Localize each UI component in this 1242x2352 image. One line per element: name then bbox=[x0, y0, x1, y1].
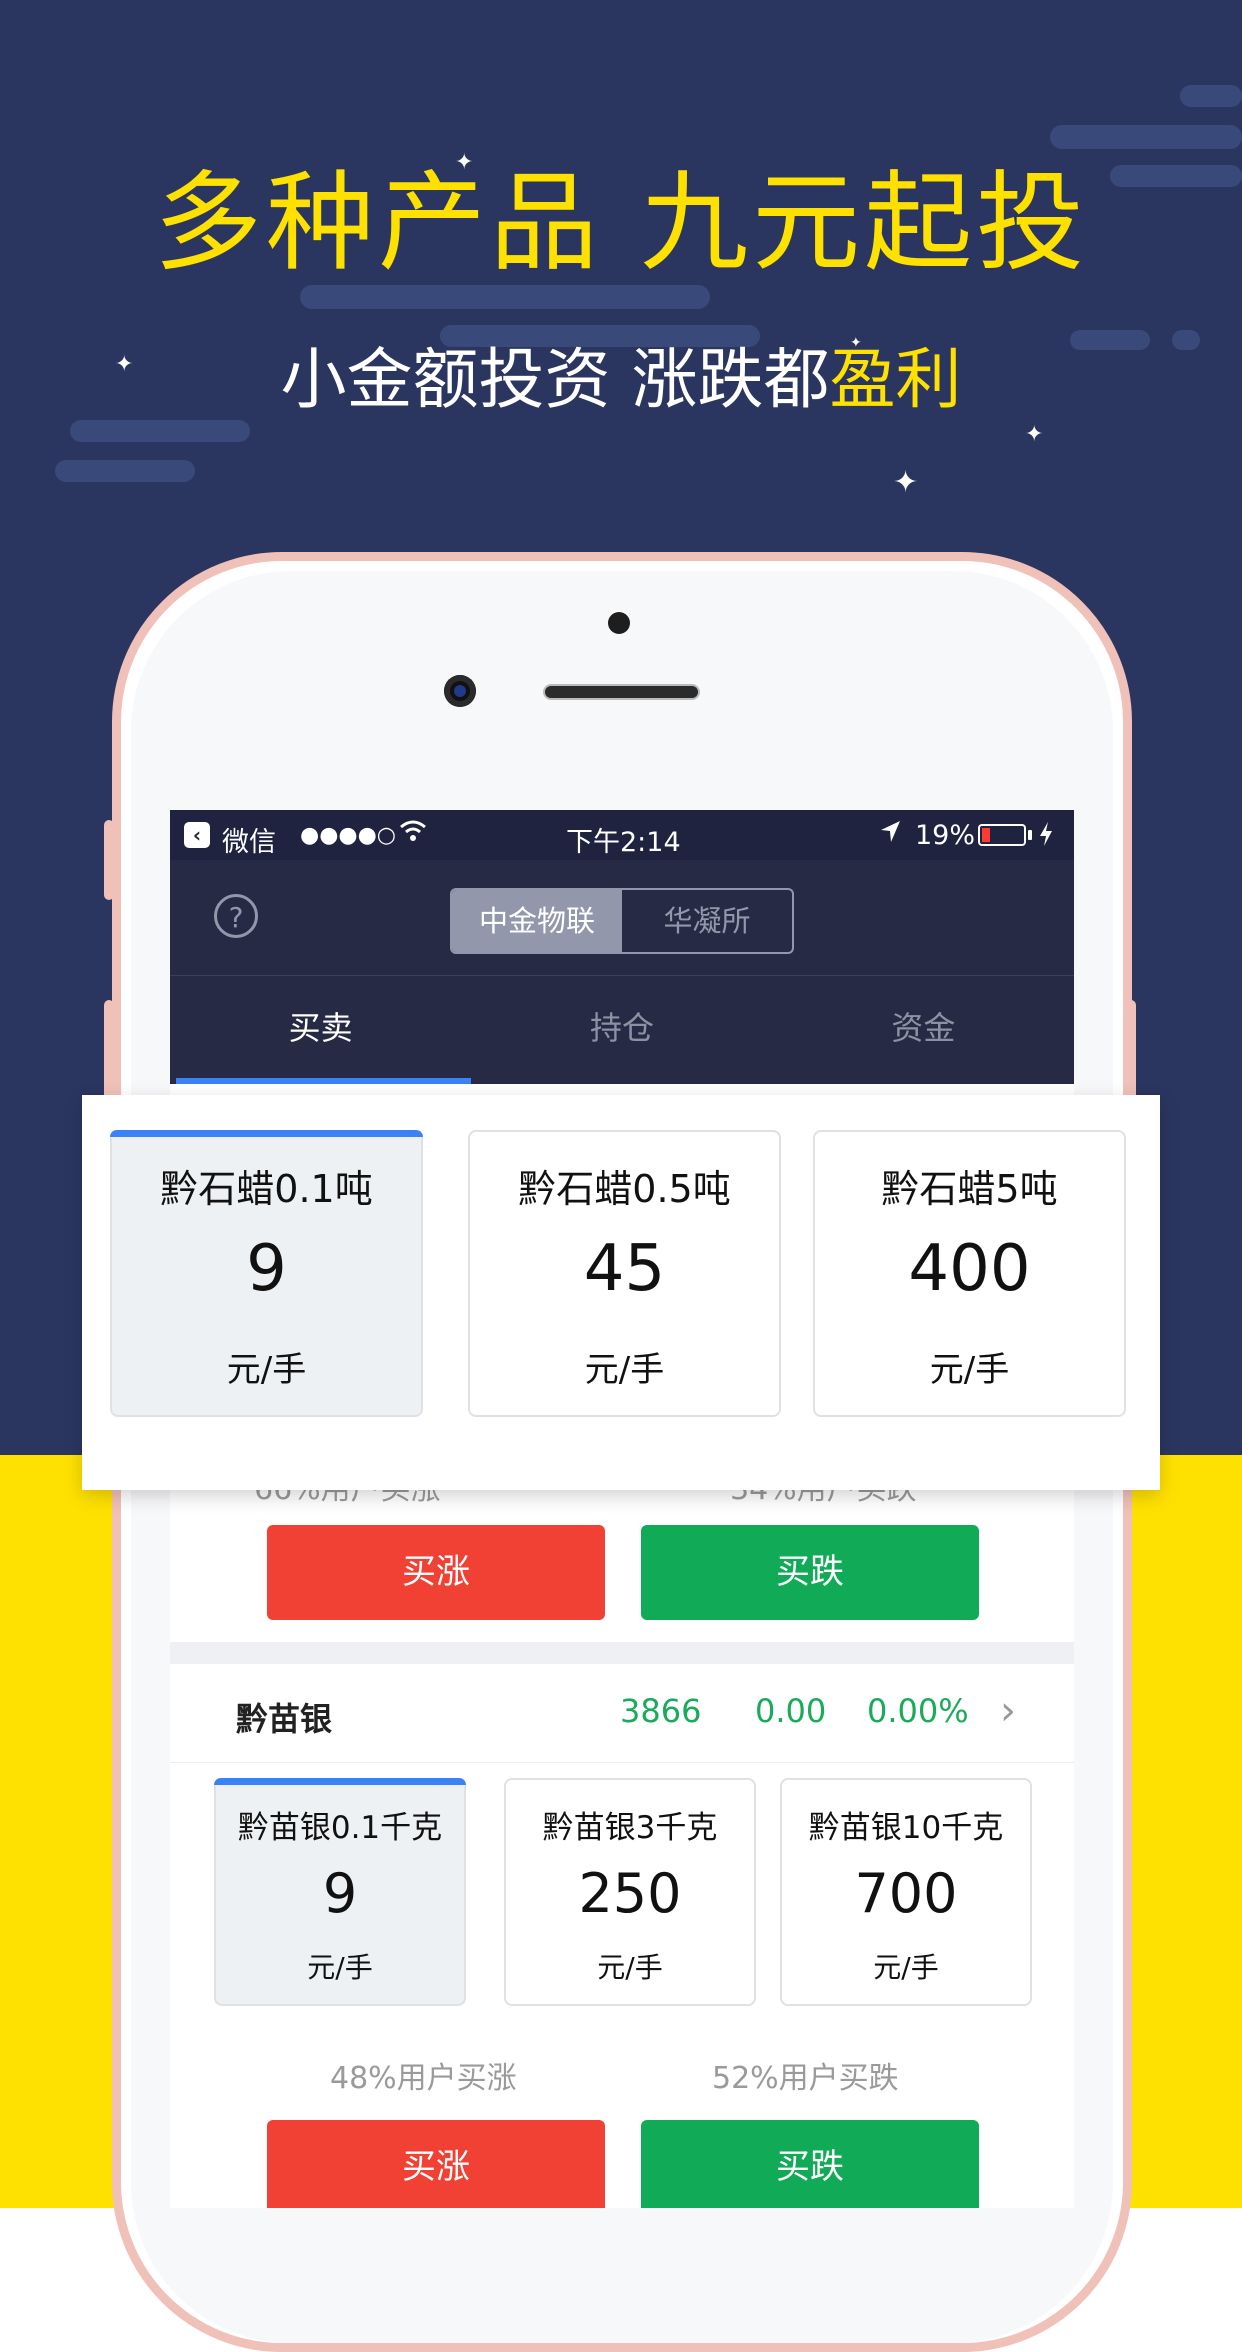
hero-subtitle-highlight: 盈利 bbox=[829, 341, 962, 418]
tab-funds[interactable]: 资金 bbox=[773, 976, 1074, 1084]
nav-bar: ? 中金物联 华凝所 bbox=[170, 860, 1074, 975]
card-price: 400 bbox=[908, 1232, 1031, 1306]
rise-ratio: 48%用户买涨 bbox=[330, 2061, 517, 2096]
front-camera bbox=[444, 675, 476, 707]
card-unit: 元/手 bbox=[226, 1350, 307, 1390]
product-card[interactable]: 黔石蜡0.1吨 9 元/手 bbox=[110, 1130, 423, 1417]
cloud-decoration bbox=[300, 285, 710, 309]
cloud-decoration bbox=[55, 460, 195, 482]
card-name: 黔石蜡0.5吨 bbox=[518, 1167, 731, 1211]
card-unit: 元/手 bbox=[307, 1951, 373, 1984]
section-divider bbox=[170, 1642, 1074, 1664]
battery-fill bbox=[982, 828, 990, 842]
battery-percent: 19% bbox=[915, 820, 976, 851]
star-icon: ✦ bbox=[893, 465, 919, 500]
proximity-sensor bbox=[608, 612, 630, 634]
hero-title: 多种产品 九元起投 bbox=[153, 161, 1089, 286]
product-card[interactable]: 黔石蜡5吨 400 元/手 bbox=[813, 1130, 1126, 1417]
tab-trade[interactable]: 买卖 bbox=[170, 976, 472, 1084]
card-unit: 元/手 bbox=[873, 1951, 939, 1984]
segment-huaning[interactable]: 华凝所 bbox=[622, 890, 792, 952]
card-name: 黔石蜡5吨 bbox=[881, 1167, 1058, 1211]
product-name: 黔苗银 bbox=[236, 1700, 333, 1738]
tab-positions[interactable]: 持仓 bbox=[471, 976, 772, 1084]
buy-rise-button[interactable]: 买涨 bbox=[267, 1525, 605, 1620]
battery-icon bbox=[978, 824, 1026, 846]
segment-zhongjin[interactable]: 中金物联 bbox=[452, 890, 622, 952]
exchange-switch: 中金物联 华凝所 bbox=[450, 888, 794, 954]
status-bar: ‹ 微信 ●●●●○ 下午2:14 19% bbox=[170, 810, 1074, 860]
hero-subtitle: 小金额投资 涨跌都盈利 bbox=[0, 340, 1242, 419]
buy-rise-button[interactable]: 买涨 bbox=[267, 2120, 605, 2208]
product-change: 0.00 bbox=[755, 1692, 827, 1730]
hero-subtitle-main: 小金额投资 涨跌都 bbox=[280, 341, 830, 418]
product-header[interactable]: 黔苗银 3866 0.00 0.00% › bbox=[170, 1664, 1074, 1763]
card-unit: 元/手 bbox=[597, 1951, 663, 1984]
star-icon: ✦ bbox=[1025, 422, 1044, 447]
location-arrow-icon bbox=[878, 818, 902, 853]
product-card[interactable]: 黔苗银3千克 250 元/手 bbox=[504, 1778, 756, 2006]
earpiece-speaker bbox=[543, 684, 700, 700]
card-name: 黔苗银0.1千克 bbox=[237, 1810, 443, 1846]
tab-bar: 买卖 持仓 资金 bbox=[170, 975, 1074, 1084]
card-price: 45 bbox=[583, 1232, 666, 1306]
app-screen: ‹ 微信 ●●●●○ 下午2:14 19% ? 中金物联 华凝所 买卖 持仓 资… bbox=[170, 810, 1074, 2208]
cloud-decoration bbox=[1180, 85, 1242, 107]
card-price: 250 bbox=[578, 1862, 682, 1925]
back-app-label[interactable]: 微信 bbox=[222, 820, 276, 859]
card-price: 700 bbox=[854, 1862, 958, 1925]
buy-fall-button[interactable]: 买跌 bbox=[641, 1525, 979, 1620]
fall-ratio: 52%用户买跌 bbox=[712, 2061, 899, 2096]
product-cards-popout: 黔石蜡0.1吨 9 元/手 黔石蜡0.5吨 45 元/手 黔石蜡5吨 400 元… bbox=[82, 1095, 1160, 1490]
product-price: 3866 bbox=[620, 1692, 702, 1730]
card-name: 黔石蜡0.1吨 bbox=[160, 1167, 373, 1211]
battery-tip bbox=[1028, 830, 1032, 840]
clock-time: 下午2:14 bbox=[566, 827, 681, 858]
card-price: 9 bbox=[322, 1862, 358, 1925]
product-card[interactable]: 黔苗银0.1千克 9 元/手 bbox=[214, 1778, 466, 2006]
buy-fall-button[interactable]: 买跌 bbox=[641, 2120, 979, 2208]
cloud-decoration bbox=[1050, 125, 1242, 149]
phone-side-button bbox=[104, 820, 114, 900]
chevron-right-icon[interactable]: › bbox=[1000, 1688, 1016, 1734]
back-icon[interactable]: ‹ bbox=[184, 822, 210, 848]
card-unit: 元/手 bbox=[584, 1350, 665, 1390]
card-name: 黔苗银10千克 bbox=[808, 1810, 1004, 1846]
product-card[interactable]: 黔苗银10千克 700 元/手 bbox=[780, 1778, 1032, 2006]
wifi-icon bbox=[398, 816, 428, 853]
product-change-percent: 0.00% bbox=[867, 1692, 969, 1730]
card-price: 9 bbox=[246, 1232, 287, 1306]
cloud-decoration bbox=[70, 420, 250, 442]
card-name: 黔苗银3千克 bbox=[542, 1810, 718, 1846]
card-unit: 元/手 bbox=[929, 1350, 1010, 1390]
help-icon[interactable]: ? bbox=[214, 894, 258, 938]
signal-icon: ●●●●○ bbox=[300, 823, 396, 848]
charging-icon bbox=[1038, 820, 1054, 855]
product-card[interactable]: 黔石蜡0.5吨 45 元/手 bbox=[468, 1130, 781, 1417]
